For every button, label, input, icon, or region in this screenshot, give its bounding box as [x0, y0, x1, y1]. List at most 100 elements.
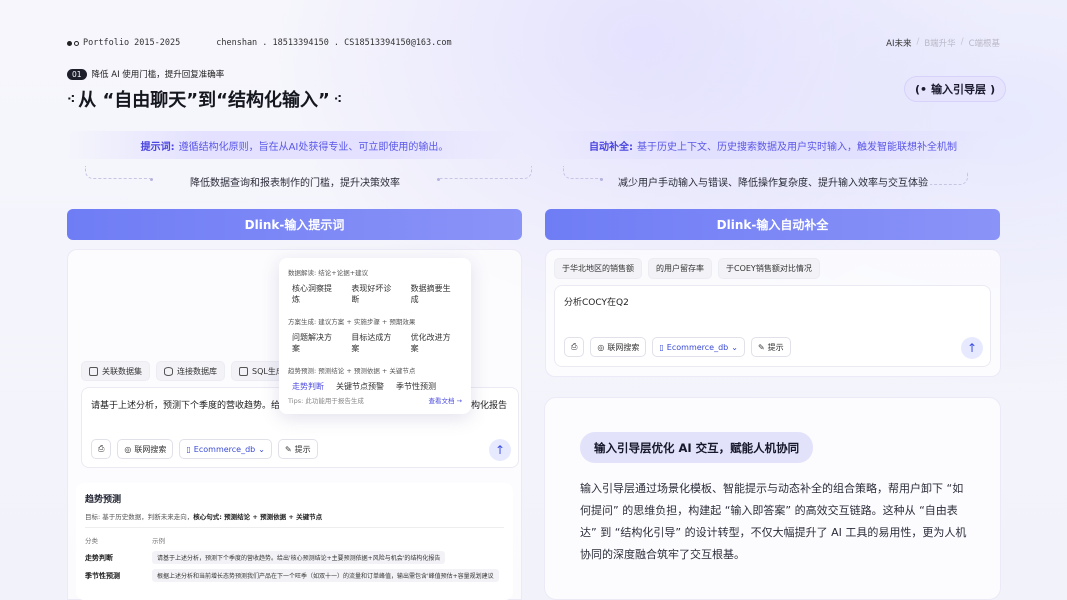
sql-icon: [239, 366, 248, 376]
chip-row: 关联数据集 连接数据库 SQL生成: [81, 361, 292, 381]
db-select-label: Ecommerce_db: [193, 444, 256, 454]
chevron-down-icon: ⌄: [731, 342, 738, 352]
contact-info: chenshan . 18513394150 . CS18513394150@1…: [216, 38, 452, 48]
right-input-box[interactable]: 分析COCY在Q2 ⎙ ◎ 联网搜索 ▯ Ecommerce_db ⌄ ✎ 提示 ↑: [554, 285, 991, 367]
hint-label: 提示: [294, 444, 311, 454]
chip-database[interactable]: 连接数据库: [156, 361, 225, 381]
right-bracket-decor: [563, 166, 601, 179]
trend-table-header: 分类 示例: [85, 527, 504, 545]
right-toolbar: ⎙ ◎ 联网搜索 ▯ Ecommerce_db ⌄ ✎ 提示: [564, 337, 791, 357]
section-tagline: 降低 AI 使用门槛，提升回复准确率: [91, 70, 225, 80]
left-subtitle: 降低数据查询和报表制作的门槛，提升决策效率: [190, 178, 400, 189]
summary-text: 输入引导层通过场景化模板、智能提示与动态补全的组合策略，帮用户卸下 “如何提问”…: [580, 482, 967, 561]
right-bracket-decor-right: [930, 172, 968, 185]
paperclip-icon: ⎙: [571, 342, 578, 351]
arrow-up-icon: ↑: [494, 443, 506, 457]
popover-tips: Tips: 此功能用于报告生成: [288, 397, 364, 405]
database-icon: [164, 366, 173, 376]
crumb-b-side[interactable]: B端升华: [924, 37, 955, 49]
popover-item[interactable]: 关键节点预警: [332, 379, 388, 394]
row-example: 请基于上述分析，预测下个季度的营收趋势。给出'核心预测结论+主要预测依据+风险与…: [152, 551, 446, 564]
section-tag: 01 降低 AI 使用门槛，提升回复准确率: [67, 68, 224, 80]
popover-item[interactable]: 核心洞察提炼: [288, 281, 343, 307]
col-example: 示例: [152, 537, 165, 545]
dots-left-icon: ⁖: [67, 92, 75, 106]
suggestion-chip[interactable]: 于华北地区的销售额: [554, 258, 642, 279]
left-toolbar: ⎙ ◎ 联网搜索 ▯ Ecommerce_db ⌄ ✎ 提示: [91, 439, 318, 459]
file-icon: ▯: [659, 342, 664, 352]
globe-icon: ◎: [597, 342, 605, 352]
suggestion-chip[interactable]: 于COEY销售额对比情况: [718, 258, 820, 279]
left-strip-text: 遵循结构化原则，旨在从AI处获得专业、可立即使用的输出。: [178, 141, 449, 153]
right-section-bar: Dlink-输入自动补全: [545, 209, 1000, 240]
badge-text: 输入引导层: [931, 83, 987, 96]
table-row[interactable]: 季节性预测 根据上述分析和当前增长态势预测我们产品在下一个旺季（如双十一）的流量…: [85, 569, 504, 582]
breadcrumb: AI未来 / B端升华 / C端根基: [886, 37, 1000, 49]
view-docs-link[interactable]: 查看文档 →: [428, 395, 462, 405]
attach-button[interactable]: ⎙: [91, 439, 112, 459]
col-category: 分类: [85, 537, 98, 545]
right-strip-text: 基于历史上下文、历史搜索数据及用户实时输入，触发智能联想补全机制: [637, 141, 957, 153]
send-button[interactable]: ↑: [961, 337, 983, 359]
left-input-text-b: 构化报告: [471, 401, 508, 411]
popover-item[interactable]: 数据摘要生成: [407, 281, 462, 307]
suggestion-row: 于华北地区的销售额 的用户留存率 于COEY销售额对比情况: [554, 258, 820, 279]
table-row[interactable]: 走势判断 请基于上述分析，预测下个季度的营收趋势。给出'核心预测结论+主要预测依…: [85, 551, 504, 564]
db-select[interactable]: ▯ Ecommerce_db ⌄: [179, 439, 272, 459]
layer-badge: (• 输入引导层 ): [904, 76, 1007, 102]
right-subtitle: 减少用户手动输入与错误、降低操作复杂度、提升输入效率与交互体验: [618, 178, 928, 189]
trend-goal-prefix: 目标: 基于历史数据，判断未来走向，: [85, 513, 194, 521]
chip-dataset[interactable]: 关联数据集: [81, 361, 150, 381]
popover-item-active[interactable]: 走势判断: [288, 379, 328, 394]
right-input-text: 分析COCY在Q2: [564, 298, 629, 308]
crumb-ai-future[interactable]: AI未来: [886, 37, 911, 49]
top-bar: Portfolio 2015-2025 chenshan . 185133941…: [67, 37, 1000, 49]
trend-title: 趋势预测: [85, 495, 122, 505]
left-bracket-decor: [85, 166, 150, 179]
page-title-text: 从 “自由聊天”到“结构化输入”: [78, 90, 330, 111]
web-search-label: 联网搜索: [607, 342, 640, 352]
popover-item[interactable]: 季节性预测: [392, 379, 440, 394]
trend-goal-formula: 核心句式: 预测结论 + 预测依据 + 关键节点: [193, 513, 323, 521]
hint-button[interactable]: ✎ 提示: [750, 337, 791, 357]
portfolio-label: Portfolio 2015-2025: [83, 38, 181, 48]
left-input-text-a: 请基于上述分析，预测下个季度的营收趋势。给: [91, 401, 281, 411]
suggestion-chip[interactable]: 的用户留存率: [648, 258, 712, 279]
send-button[interactable]: ↑: [489, 439, 511, 461]
popover-item[interactable]: 表现好坏诊断: [347, 281, 402, 307]
right-strip-label: 自动补全:: [589, 141, 633, 153]
summary-pill: 输入引导层优化 AI 交互，赋能人机协同: [580, 432, 814, 463]
popover-group-label: 方案生成: 建议方案 + 实施步骤 + 预期效果: [288, 318, 416, 326]
crumb-c-side[interactable]: C端根基: [969, 37, 1000, 49]
popover-item[interactable]: 目标达成方案: [347, 330, 402, 356]
attach-button[interactable]: ⎙: [564, 337, 585, 357]
popover-item[interactable]: 优化改进方案: [407, 330, 462, 356]
popover-group-label: 数据解读: 结论+论据+建议: [288, 269, 369, 277]
link-icon: [89, 366, 98, 376]
globe-icon: ◎: [124, 444, 132, 454]
chip-dataset-label: 关联数据集: [102, 366, 142, 376]
chevron-down-icon: ⌄: [258, 444, 265, 454]
pen-icon: ✎: [757, 342, 765, 352]
badge-open-icon: (•: [915, 82, 928, 96]
right-info-strip: 自动补全: 基于历史上下文、历史搜索数据及用户实时输入，触发智能联想补全机制: [545, 131, 1001, 159]
web-search-label: 联网搜索: [134, 444, 167, 454]
dots-icon: [67, 40, 79, 46]
popover-group-label: 趋势预测: 预测结论 + 预测依据 + 关键节点: [288, 367, 416, 375]
trend-goal: 目标: 基于历史数据，判断未来走向，核心句式: 预测结论 + 预测依据 + 关键…: [85, 511, 504, 521]
db-select[interactable]: ▯ Ecommerce_db ⌄: [652, 337, 745, 357]
paperclip-icon: ⎙: [98, 444, 105, 453]
web-search-button[interactable]: ◎ 联网搜索: [590, 337, 647, 357]
row-example: 根据上述分析和当前增长态势预测我们产品在下一个旺季（如双十一）的流量和订单峰值，…: [152, 569, 499, 582]
trend-template-card: 趋势预测 目标: 基于历史数据，判断未来走向，核心句式: 预测结论 + 预测依据…: [76, 483, 513, 600]
chip-database-label: 连接数据库: [177, 366, 217, 376]
arrow-up-icon: ↑: [966, 341, 978, 355]
web-search-button[interactable]: ◎ 联网搜索: [117, 439, 174, 459]
left-bracket-decor-right: [440, 166, 532, 179]
hint-label: 提示: [767, 342, 784, 352]
hint-button[interactable]: ✎ 提示: [277, 439, 318, 459]
row-category: 走势判断: [85, 553, 113, 562]
popover-item[interactable]: 问题解决方案: [288, 330, 343, 356]
file-icon: ▯: [186, 444, 191, 454]
pen-icon: ✎: [284, 444, 292, 454]
